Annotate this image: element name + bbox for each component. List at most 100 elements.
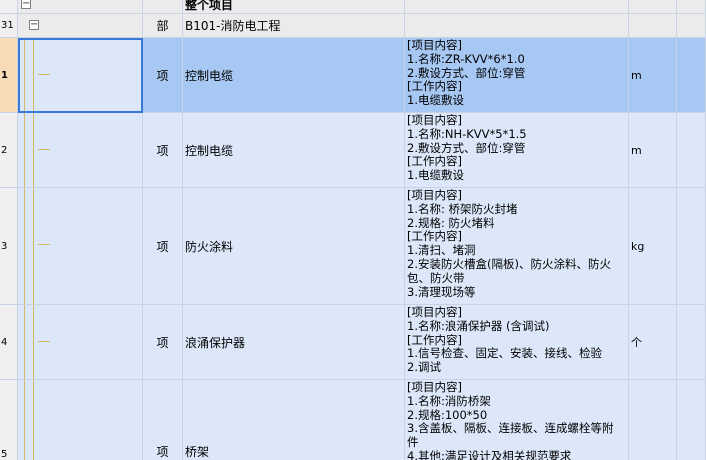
feature-line: 2.规格:100*50 [407, 407, 488, 422]
tree-cell [18, 113, 143, 187]
item-unit[interactable]: kg [629, 188, 677, 304]
item-name-text: B101-消防电工程 [185, 19, 281, 33]
type-cell [143, 0, 183, 13]
feature-line: 1.电缆敷设 [407, 93, 464, 108]
feature-line: [工作内容] [407, 229, 462, 244]
collapse-toggle-icon[interactable]: − [21, 0, 31, 9]
feature-line: 2.敷设方式、部位:穿管 [407, 140, 526, 155]
feature-line: 2.规格: 防火堵料 [407, 215, 495, 230]
item-type: 项 [143, 380, 183, 460]
item-type: 项 [143, 38, 183, 112]
feature-line: 4.其他:满足设计及相关规范要求 [407, 448, 572, 460]
feature-line: 1.清扫、堵洞 [407, 243, 476, 258]
project-title-text: 整个项目 [185, 0, 234, 12]
tree-line [24, 380, 25, 460]
tree-line [38, 244, 50, 245]
feature-line: [工作内容] [407, 154, 462, 169]
item-type: 项 [143, 305, 183, 379]
extra-cell [677, 305, 706, 379]
features-cell [405, 0, 629, 13]
extra-cell [677, 113, 706, 187]
item-unit[interactable]: m [629, 38, 677, 112]
item-type: 部 [143, 14, 183, 37]
feature-line: 包、防火带 [407, 270, 465, 285]
project-header-row[interactable]: − 整个项目 [0, 0, 706, 14]
item-name[interactable]: B101-消防电工程 [183, 14, 405, 37]
item-features[interactable]: [项目内容] 1.名称: 桥架防火封堵 2.规格: 防火堵料 [工作内容] 1.… [405, 188, 629, 304]
row-number: 4 [0, 305, 18, 379]
project-title: 整个项目 [183, 0, 405, 13]
item-unit[interactable]: 个 [629, 305, 677, 379]
item-name[interactable]: 控制电缆 [183, 113, 405, 187]
feature-line: [项目内容] [407, 380, 462, 394]
item-name[interactable]: 防火涂料 [183, 188, 405, 304]
item-features[interactable]: [项目内容] 1.名称:消防桥架 2.规格:100*50 3.含盖板、隔板、连接… [405, 380, 629, 460]
item-name[interactable]: 浪涌保护器 [183, 305, 405, 379]
tree-line [24, 305, 25, 379]
tree-line [38, 149, 50, 150]
extra-cell [677, 380, 706, 460]
feature-line: 1.名称:NH-KVV*5*1.5 [407, 126, 527, 141]
unit-cell[interactable] [629, 14, 677, 37]
feature-line: 1.信号检查、固定、安装、接线、检验 [407, 346, 602, 361]
extra-cell [677, 38, 706, 112]
tree-line [38, 341, 50, 342]
feature-line: 件 [407, 435, 419, 450]
bill-of-quantities-grid: − 整个项目 31 − 部 B101-消防电工程 1 项 控制电缆 [项目内容] [0, 0, 706, 460]
feature-line: 1.名称: 桥架防火封堵 [407, 201, 518, 216]
feature-line: 2.调试 [407, 360, 441, 375]
item-type: 项 [143, 188, 183, 304]
feature-line: 1.电缆敷设 [407, 168, 464, 183]
item-features[interactable]: [项目内容] 1.名称:ZR-KVV*6*1.0 2.敷设方式、部位:穿管 [工… [405, 38, 629, 112]
feature-line: 2.敷设方式、部位:穿管 [407, 65, 526, 80]
item-features[interactable]: [项目内容] 1.名称:NH-KVV*5*1.5 2.敷设方式、部位:穿管 [工… [405, 113, 629, 187]
extra-cell [677, 188, 706, 304]
feature-line: [工作内容] [407, 79, 462, 94]
tree-cell [18, 380, 143, 460]
feature-line: [项目内容] [407, 113, 462, 127]
item-unit[interactable] [629, 380, 677, 460]
collapse-toggle-icon[interactable]: − [29, 20, 39, 30]
item-features[interactable]: [项目内容] 1.名称:浪涌保护器 (含调试) [工作内容] 1.信号检查、固定… [405, 305, 629, 379]
table-row[interactable]: 5 项 桥架 [项目内容] 1.名称:消防桥架 2.规格:100*50 3.含盖… [0, 380, 706, 460]
feature-line: [项目内容] [407, 305, 462, 319]
unit-cell [629, 0, 677, 13]
row-number: 1 [0, 38, 18, 112]
feature-line: 3.含盖板、隔板、连接板、连成螺栓等附 [407, 421, 614, 436]
feature-line: [工作内容] [407, 332, 462, 347]
feature-line: 2.安装防火槽盒(隔板)、防火涂料、防火 [407, 256, 611, 271]
row-number: 2 [0, 113, 18, 187]
tree-line [33, 380, 34, 460]
tree-line [33, 188, 34, 304]
tree-line [24, 113, 25, 187]
table-row[interactable]: 3 项 防火涂料 [项目内容] 1.名称: 桥架防火封堵 2.规格: 防火堵料 … [0, 188, 706, 305]
tree-cell: − [18, 0, 143, 13]
row-number: 31 [0, 14, 18, 37]
feature-line: [项目内容] [407, 188, 462, 202]
row-number: 3 [0, 188, 18, 304]
table-row[interactable]: 2 项 控制电缆 [项目内容] 1.名称:NH-KVV*5*1.5 2.敷设方式… [0, 113, 706, 188]
department-row[interactable]: 31 − 部 B101-消防电工程 [0, 14, 706, 38]
tree-line [33, 113, 34, 187]
item-name[interactable]: 桥架 [183, 380, 405, 460]
tree-cell: − [18, 14, 143, 37]
extra-cell [677, 14, 706, 37]
feature-line: 1.名称:ZR-KVV*6*1.0 [407, 51, 525, 66]
row-number: 5 [0, 380, 18, 460]
feature-line: 3.清理现场等 [407, 284, 476, 299]
extra-cell [677, 0, 706, 13]
features-cell[interactable] [405, 14, 629, 37]
feature-line: [项目内容] [407, 38, 462, 52]
tree-cell [18, 188, 143, 304]
table-row[interactable]: 4 项 浪涌保护器 [项目内容] 1.名称:浪涌保护器 (含调试) [工作内容]… [0, 305, 706, 380]
selection-outline [18, 38, 143, 113]
item-name[interactable]: 控制电缆 [183, 38, 405, 112]
item-unit[interactable]: m [629, 113, 677, 187]
row-number-cell [0, 0, 18, 13]
feature-line: 1.名称:浪涌保护器 (含调试) [407, 318, 550, 333]
tree-line [24, 188, 25, 304]
tree-cell [18, 305, 143, 379]
feature-line: 1.名称:消防桥架 [407, 393, 491, 408]
item-type: 项 [143, 113, 183, 187]
tree-line [33, 305, 34, 379]
